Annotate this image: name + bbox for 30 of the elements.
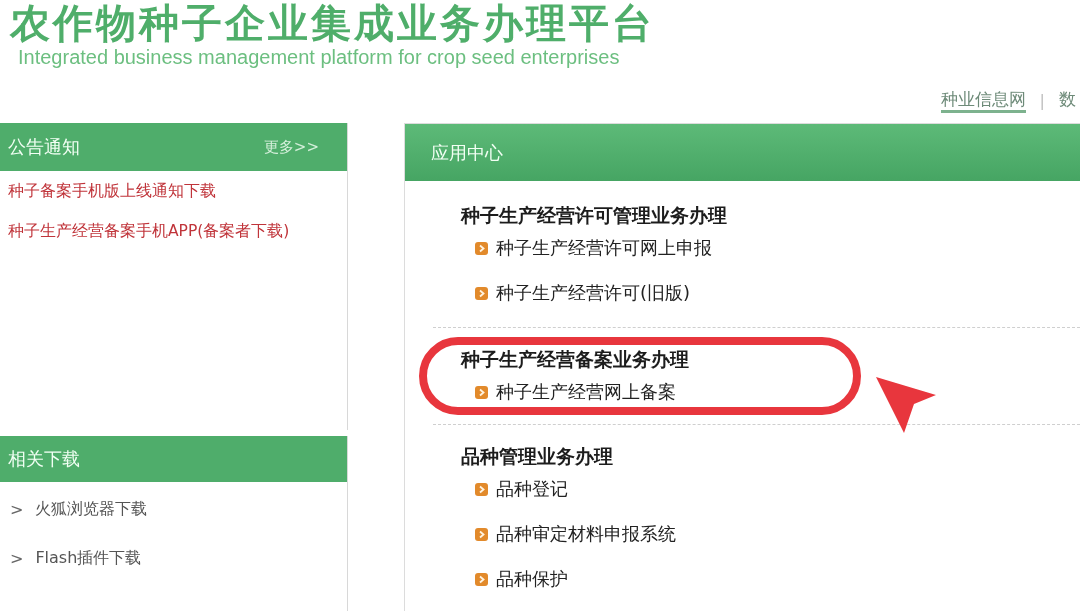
service-link[interactable]: 品种审定材料申报系统 [496,522,676,546]
chevron-bullet-icon [475,286,488,300]
notice-link[interactable]: 种子生产经营备案手机APP(备案者下载) [8,211,290,251]
section-heading: 种子生产经营许可管理业务办理 [461,203,727,228]
panel-title: 相关下载 [8,447,80,471]
chevron-bullet-icon [475,482,488,496]
nav-link[interactable]: 种业信息网 [940,87,1026,113]
list-marker: > [10,549,24,568]
chevron-bullet-icon [475,572,488,586]
chevron-bullet-icon [475,241,488,255]
list-marker: > [10,500,24,519]
service-link[interactable]: 种子生产经营许可网上申报 [496,236,712,260]
download-link[interactable]: Flash插件下载 [35,548,142,569]
panel-title: 公告通知 [8,135,80,159]
notice-link[interactable]: 种子备案手机版上线通知下载 [8,171,216,211]
service-link[interactable]: 品种保护 [496,567,568,591]
nav-link[interactable]: 数 [1059,87,1076,113]
service-link[interactable]: 种子生产经营网上备案 [496,380,676,404]
site-subtitle: Integrated business management platform for crop seed enterprises [18,46,620,68]
download-link[interactable]: 火狐浏览器下载 [35,499,148,520]
service-link[interactable]: 品种登记 [496,477,568,501]
site-title: 农作物种子企业集成业务办理平台 [10,0,655,46]
pointer-arrow-icon [875,376,937,434]
chevron-bullet-icon [475,527,488,541]
section-heading: 种子生产经营备案业务办理 [461,347,689,372]
service-link[interactable]: 种子生产经营许可(旧版) [496,281,691,305]
nav-separator: | [1039,90,1045,110]
chevron-bullet-icon [475,385,488,399]
panel-title: 应用中心 [431,140,503,165]
section-heading: 品种管理业务办理 [461,444,613,469]
